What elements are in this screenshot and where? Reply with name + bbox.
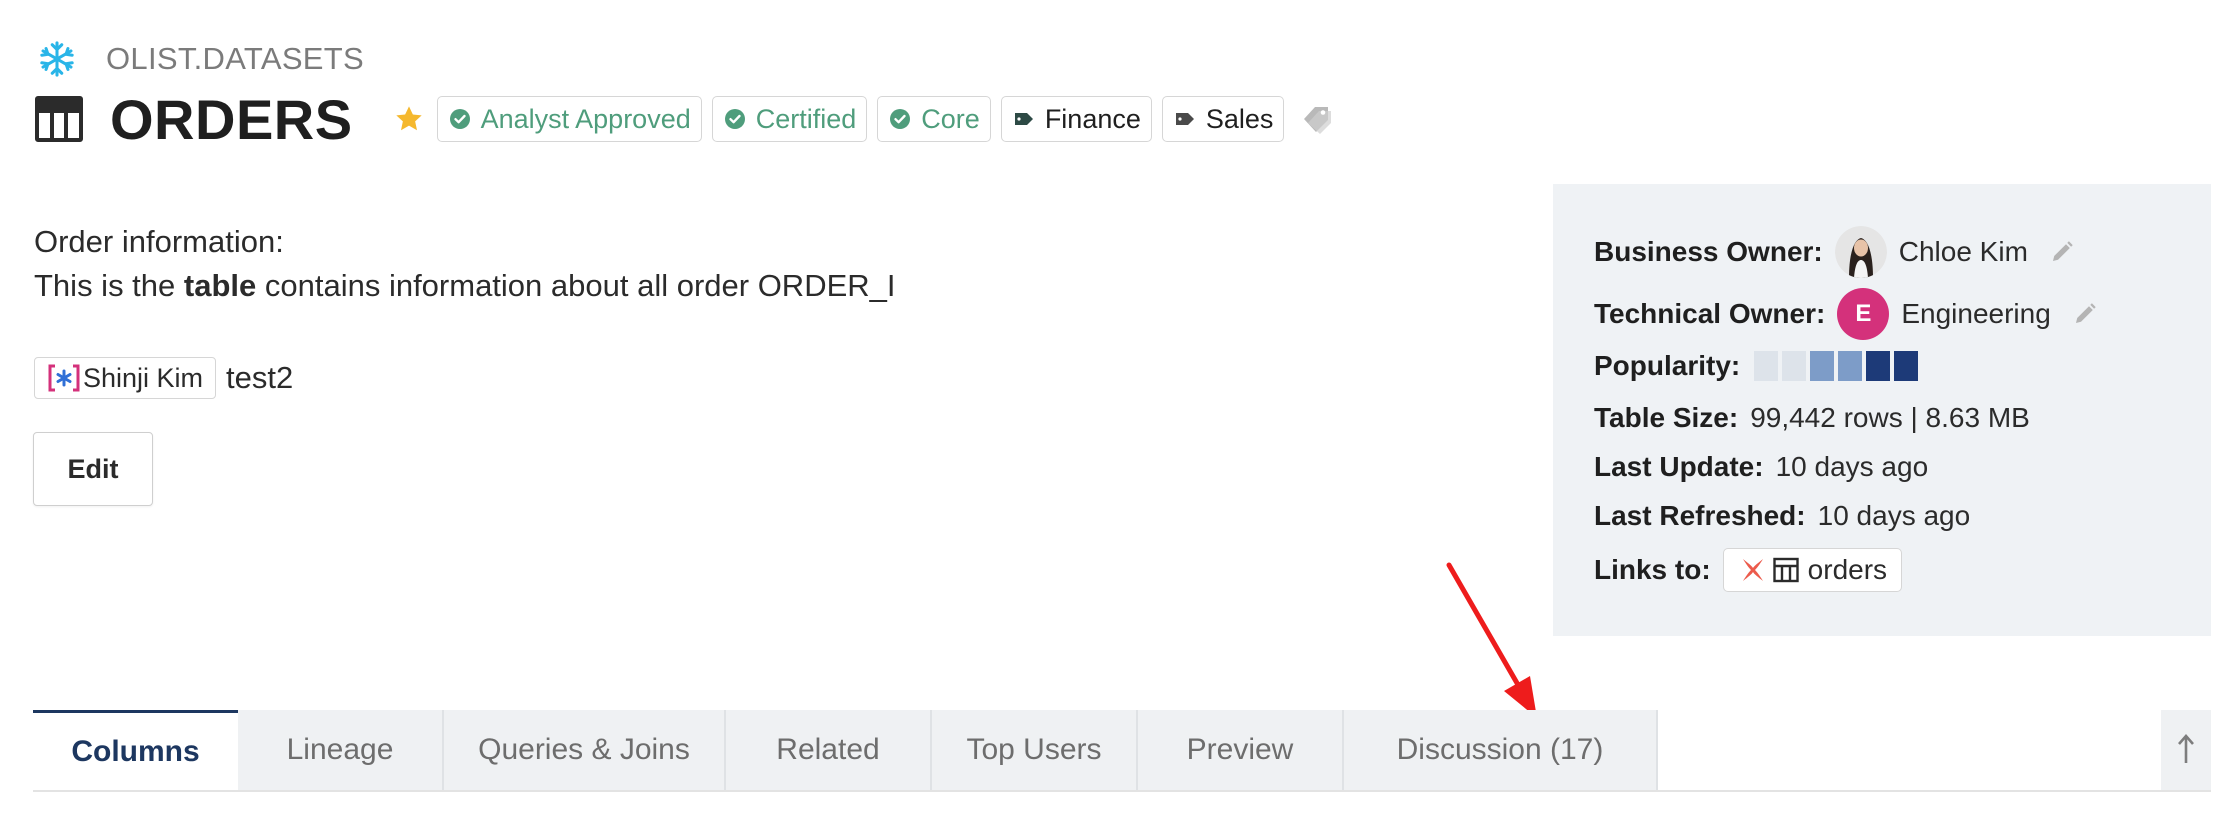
tag-core[interactable]: Core: [877, 96, 991, 142]
description-line-2: This is the table contains information a…: [34, 264, 896, 308]
tag-certified[interactable]: Certified: [711, 96, 868, 142]
add-tag-icon[interactable]: [1300, 102, 1334, 136]
description-bold-text: table: [183, 268, 257, 303]
tag-icon: [1014, 113, 1033, 125]
tag-label: Analyst Approved: [480, 103, 691, 134]
table-icon: [35, 96, 83, 142]
tag-label: Core: [921, 103, 980, 134]
pencil-icon[interactable]: [2073, 302, 2097, 326]
technical-owner-name[interactable]: Engineering: [1901, 298, 2050, 330]
select-star-logo-icon: [48, 364, 80, 392]
arrow-up-icon: [2178, 734, 2194, 763]
mention-row: Shinji Kim test2: [34, 357, 293, 399]
popularity-bar: [1754, 351, 1919, 381]
metadata-panel: Business Owner: Chloe Kim Technical Owne…: [1553, 184, 2211, 636]
tag-label: Certified: [755, 103, 857, 134]
tag-label: Finance: [1044, 103, 1141, 134]
popularity-segment: [1838, 351, 1863, 381]
check-circle-icon: [449, 109, 470, 129]
table-size-row: Table Size: 99,442 rows | 8.63 MB: [1594, 402, 2030, 434]
breadcrumb-schema[interactable]: OLIST.DATASETS: [106, 41, 364, 77]
popularity-segment: [1894, 351, 1919, 381]
tab-queries-joins[interactable]: Queries & Joins: [444, 710, 726, 790]
table-size-value: 99,442 rows | 8.63 MB: [1750, 402, 2030, 433]
pencil-icon[interactable]: [2050, 240, 2074, 264]
popularity-label: Popularity:: [1594, 350, 1741, 381]
description: Order information: This is the table con…: [34, 220, 896, 308]
popularity-segment: [1782, 351, 1807, 381]
last-update-value: 10 days ago: [1775, 451, 1929, 482]
page-title: ORDERS: [110, 87, 353, 151]
description-line-1: Order information:: [34, 224, 284, 259]
popularity-row: Popularity:: [1594, 350, 1919, 382]
check-circle-icon: [890, 109, 911, 129]
linked-table-name: orders: [1807, 554, 1888, 585]
description-text: contains information about all order ORD…: [256, 268, 896, 303]
business-owner-label: Business Owner:: [1594, 236, 1823, 267]
edit-button[interactable]: Edit: [33, 432, 153, 506]
check-circle-icon: [724, 109, 745, 129]
breadcrumb[interactable]: OLIST.DATASETS: [38, 40, 364, 78]
tab-related[interactable]: Related: [726, 710, 932, 790]
tag-finance[interactable]: Finance: [1000, 96, 1152, 142]
user-avatar[interactable]: [1834, 226, 1887, 278]
mention-text: test2: [226, 360, 294, 395]
popularity-segment: [1866, 351, 1891, 381]
tab-bar: Columns Lineage Queries & Joins Related …: [33, 710, 2211, 792]
description-text: This is the: [34, 268, 184, 303]
tag-analyst-approved[interactable]: Analyst Approved: [436, 96, 702, 142]
last-refreshed-row: Last Refreshed: 10 days ago: [1594, 500, 1970, 532]
tab-preview[interactable]: Preview: [1138, 710, 1344, 790]
links-row: Links to: orders: [1594, 548, 1903, 592]
user-mention-chip[interactable]: Shinji Kim: [34, 357, 217, 399]
tag-list: Analyst Approved Certified Core Finance …: [436, 96, 1335, 142]
dbt-icon: [1742, 559, 1763, 581]
tab-columns[interactable]: Columns: [33, 710, 238, 790]
mention-user-name: Shinji Kim: [83, 362, 204, 393]
business-owner-row: Business Owner: Chloe Kim: [1594, 226, 2074, 278]
scroll-top-button[interactable]: [2161, 710, 2211, 790]
tag-sales[interactable]: Sales: [1161, 96, 1285, 142]
table-icon: [1772, 557, 1799, 583]
links-label: Links to:: [1594, 554, 1711, 585]
linked-table-chip[interactable]: orders: [1722, 548, 1903, 592]
last-update-label: Last Update:: [1594, 451, 1764, 482]
technical-owner-row: Technical Owner: E Engineering: [1594, 288, 2097, 340]
tab-top-users[interactable]: Top Users: [932, 710, 1138, 790]
last-refreshed-label: Last Refreshed:: [1594, 500, 1806, 531]
tag-label: Sales: [1205, 103, 1274, 134]
business-owner-name[interactable]: Chloe Kim: [1899, 236, 2028, 268]
popularity-segment: [1754, 351, 1779, 381]
technical-owner-label: Technical Owner:: [1594, 298, 1826, 329]
last-update-row: Last Update: 10 days ago: [1594, 451, 1928, 483]
title-row: ORDERS Analyst Approved Certified Core F…: [34, 87, 1335, 151]
tag-icon: [1175, 113, 1194, 125]
tab-lineage[interactable]: Lineage: [238, 710, 444, 790]
popularity-segment: [1810, 351, 1835, 381]
star-icon[interactable]: [393, 103, 425, 135]
team-avatar[interactable]: E: [1837, 288, 1890, 340]
tab-discussion[interactable]: Discussion (17): [1344, 710, 1658, 790]
table-size-label: Table Size:: [1594, 402, 1739, 433]
snowflake-icon: [40, 41, 74, 77]
last-refreshed-value: 10 days ago: [1817, 500, 1971, 531]
